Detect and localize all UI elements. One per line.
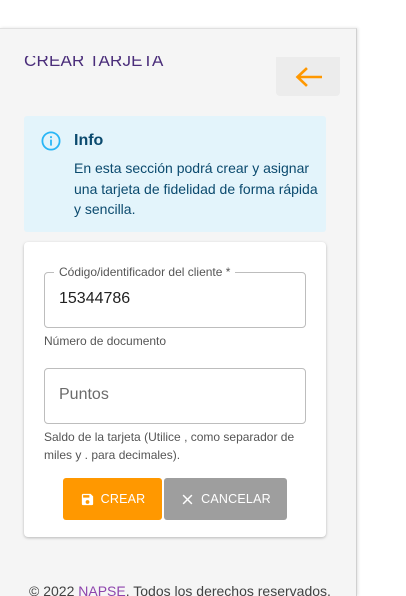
points-helper: Saldo de la tarjeta (Utilice , como sepa… bbox=[44, 430, 295, 462]
customer-id-label: Código/identificador del cliente * bbox=[54, 265, 236, 279]
customer-id-input[interactable]: 15344786 bbox=[59, 290, 130, 308]
points-field[interactable]: Puntos bbox=[44, 368, 306, 424]
create-button[interactable]: Crear bbox=[63, 478, 162, 520]
cancel-button[interactable]: Cancelar bbox=[164, 478, 287, 520]
cancel-button-label: Cancelar bbox=[201, 492, 271, 506]
arrow-left-icon bbox=[295, 66, 322, 87]
footer-suffix: . Todos los derechos reservados. bbox=[125, 583, 331, 596]
info-box: Info En esta sección podrá crear y asign… bbox=[24, 116, 326, 232]
info-circle-icon bbox=[41, 131, 61, 151]
page-title: Crear tarjeta bbox=[24, 51, 164, 70]
create-button-label: Crear bbox=[100, 492, 146, 506]
back-button[interactable] bbox=[276, 57, 340, 96]
save-icon bbox=[81, 493, 93, 505]
footer-brand-link[interactable]: NAPSE bbox=[78, 583, 125, 596]
form-card: Código/identificador del cliente * 15344… bbox=[24, 242, 326, 537]
points-input[interactable]: Puntos bbox=[59, 386, 109, 404]
footer: © 2022 NAPSE. Todos los derechos reserva… bbox=[29, 583, 331, 596]
info-title: Info bbox=[74, 132, 104, 149]
customer-id-field[interactable]: Código/identificador del cliente * 15344… bbox=[44, 265, 306, 328]
customer-id-helper: Número de documento bbox=[44, 334, 167, 348]
footer-prefix: © 2022 bbox=[29, 583, 79, 596]
info-text: En esta sección podrá crear y asignar un… bbox=[74, 160, 318, 217]
close-icon bbox=[182, 494, 193, 504]
crear-tarjeta-panel: Crear tarjeta Info En esta sección podrá… bbox=[0, 28, 357, 596]
